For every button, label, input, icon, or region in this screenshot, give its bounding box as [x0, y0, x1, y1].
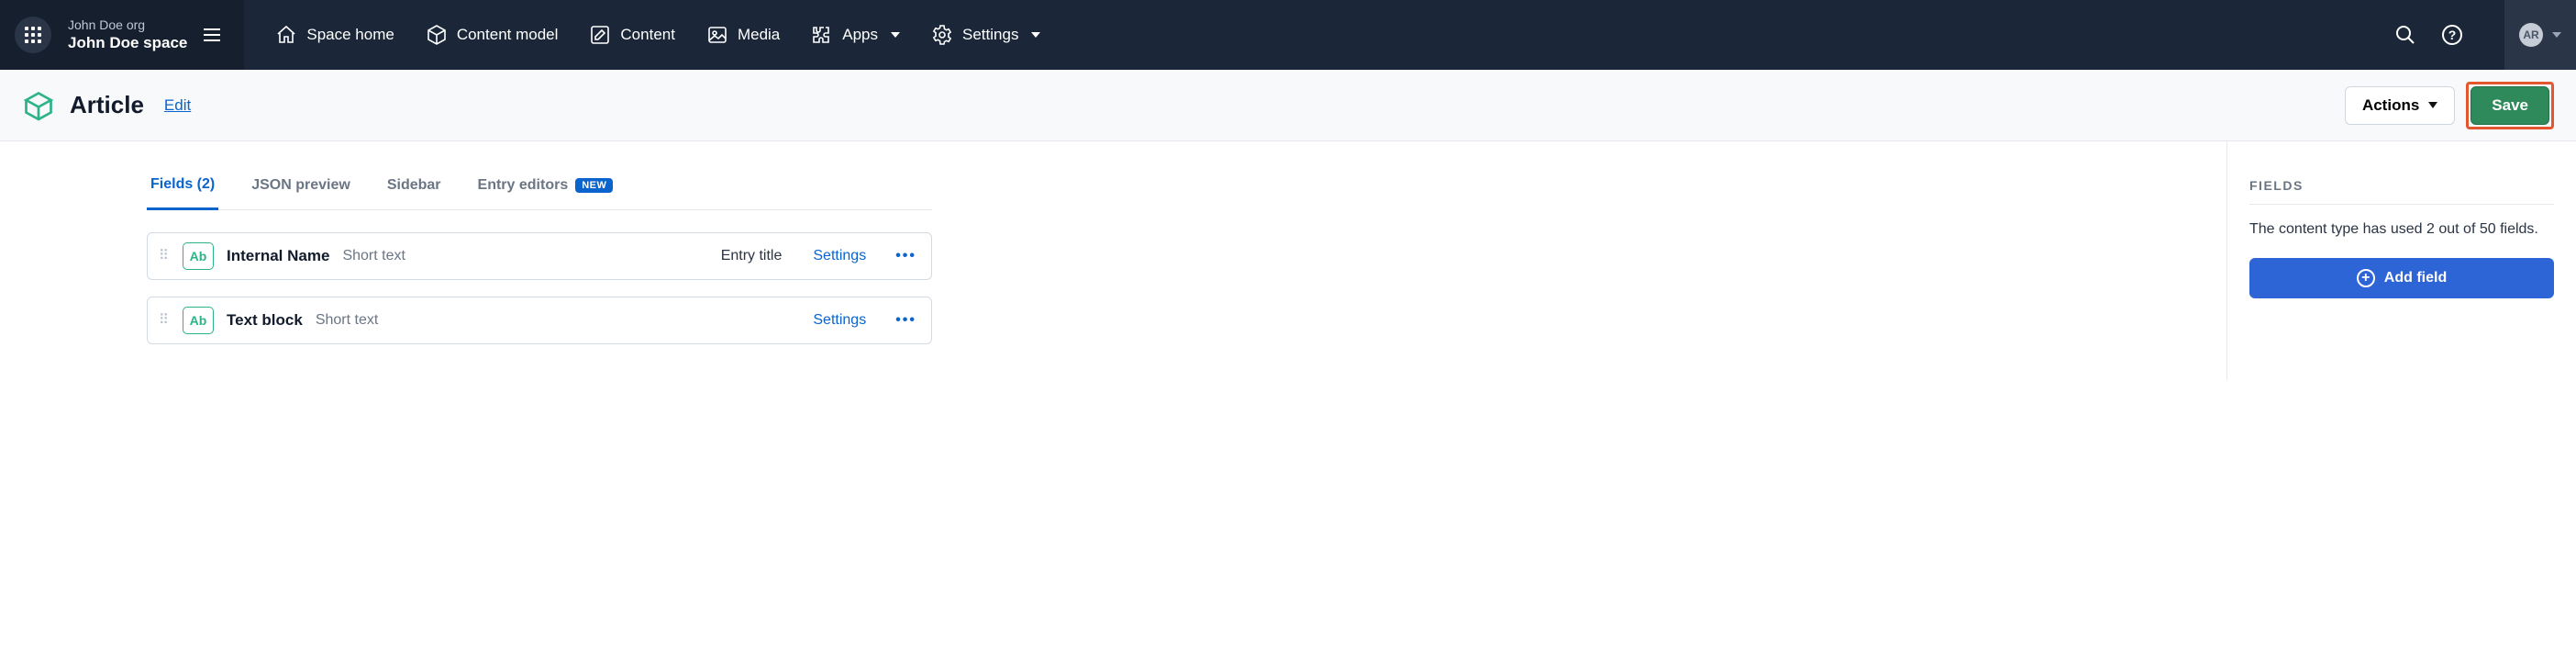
- avatar: AR: [2519, 23, 2543, 47]
- page-header: Article Edit Actions Save: [0, 70, 2576, 141]
- space-name: John Doe space: [68, 33, 187, 52]
- chevron-down-icon: [2552, 32, 2561, 38]
- search-icon[interactable]: [2394, 24, 2416, 46]
- nav-label: Content: [620, 26, 675, 44]
- box-icon: [426, 24, 448, 46]
- save-button[interactable]: Save: [2471, 86, 2549, 125]
- body-row: Fields (2) JSON preview Sidebar Entry ed…: [0, 141, 2576, 380]
- nav-apps[interactable]: Apps: [811, 24, 900, 46]
- org-space-block[interactable]: John Doe org John Doe space: [68, 17, 187, 53]
- field-type-badge: Ab: [183, 242, 214, 270]
- field-type: Short text: [316, 312, 378, 329]
- side-column: FIELDS The content type has used 2 out o…: [2227, 141, 2576, 380]
- drag-handle-icon[interactable]: ⠿: [159, 253, 170, 259]
- add-field-button[interactable]: + Add field: [2249, 258, 2554, 298]
- tab-entry-editors[interactable]: Entry editors NEW: [474, 165, 617, 209]
- help-icon[interactable]: ?: [2442, 25, 2462, 45]
- nav-label: Apps: [842, 26, 878, 44]
- side-heading: FIELDS: [2249, 178, 2554, 205]
- tab-sidebar[interactable]: Sidebar: [383, 165, 445, 209]
- tab-label: Entry editors: [478, 177, 569, 194]
- actions-button[interactable]: Actions: [2345, 86, 2455, 125]
- edit-link[interactable]: Edit: [164, 96, 191, 115]
- tabs: Fields (2) JSON preview Sidebar Entry ed…: [147, 165, 932, 210]
- hamburger-icon[interactable]: [204, 23, 228, 47]
- edit-icon: [589, 24, 611, 46]
- field-type: Short text: [342, 248, 405, 264]
- page-title: Article: [70, 91, 144, 119]
- entry-title-flag: Entry title: [721, 248, 783, 264]
- org-name: John Doe org: [68, 17, 187, 34]
- chevron-down-icon: [2428, 102, 2437, 108]
- more-icon[interactable]: •••: [895, 312, 916, 329]
- actions-label: Actions: [2362, 96, 2419, 115]
- nav-settings[interactable]: Settings: [931, 24, 1040, 46]
- field-settings-link[interactable]: Settings: [813, 248, 866, 264]
- tab-fields[interactable]: Fields (2): [147, 165, 218, 210]
- home-icon: [275, 24, 297, 46]
- field-row: ⠿ Ab Internal Name Short text Entry titl…: [147, 232, 932, 280]
- app-launcher-button[interactable]: [15, 17, 51, 53]
- nav-label: Space home: [306, 26, 394, 44]
- nav-space-home[interactable]: Space home: [275, 24, 394, 46]
- plus-circle-icon: +: [2357, 269, 2375, 287]
- nav-items: Space home Content model Content Media A…: [244, 0, 2376, 70]
- nav-label: Settings: [962, 26, 1018, 44]
- field-name: Internal Name: [227, 247, 329, 265]
- topbar-left: John Doe org John Doe space: [0, 0, 244, 70]
- user-menu[interactable]: AR: [2504, 0, 2576, 70]
- field-name: Text block: [227, 311, 303, 330]
- tab-json-preview[interactable]: JSON preview: [248, 165, 354, 209]
- drag-handle-icon[interactable]: ⠿: [159, 318, 170, 323]
- more-icon[interactable]: •••: [895, 248, 916, 264]
- fields-list: ⠿ Ab Internal Name Short text Entry titl…: [147, 232, 932, 344]
- field-settings-link[interactable]: Settings: [813, 312, 866, 329]
- save-highlight: Save: [2466, 82, 2554, 129]
- media-icon: [706, 24, 728, 46]
- nav-content-model[interactable]: Content model: [426, 24, 559, 46]
- app-grid-icon: [25, 27, 41, 43]
- nav-content[interactable]: Content: [589, 24, 675, 46]
- nav-media[interactable]: Media: [706, 24, 780, 46]
- puzzle-icon: [811, 24, 833, 46]
- nav-right: ? AR: [2376, 0, 2576, 70]
- new-badge: NEW: [575, 178, 613, 193]
- side-text: The content type has used 2 out of 50 fi…: [2249, 221, 2554, 238]
- field-type-badge: Ab: [183, 307, 214, 334]
- chevron-down-icon: [891, 32, 900, 38]
- nav-label: Media: [738, 26, 780, 44]
- field-row: ⠿ Ab Text block Short text Settings •••: [147, 297, 932, 344]
- nav-label: Content model: [457, 26, 559, 44]
- chevron-down-icon: [1031, 32, 1040, 38]
- topbar: John Doe org John Doe space Space home C…: [0, 0, 2576, 70]
- add-field-label: Add field: [2384, 270, 2447, 286]
- main-column: Fields (2) JSON preview Sidebar Entry ed…: [0, 141, 2227, 380]
- content-type-icon: [22, 89, 55, 122]
- gear-icon: [931, 24, 953, 46]
